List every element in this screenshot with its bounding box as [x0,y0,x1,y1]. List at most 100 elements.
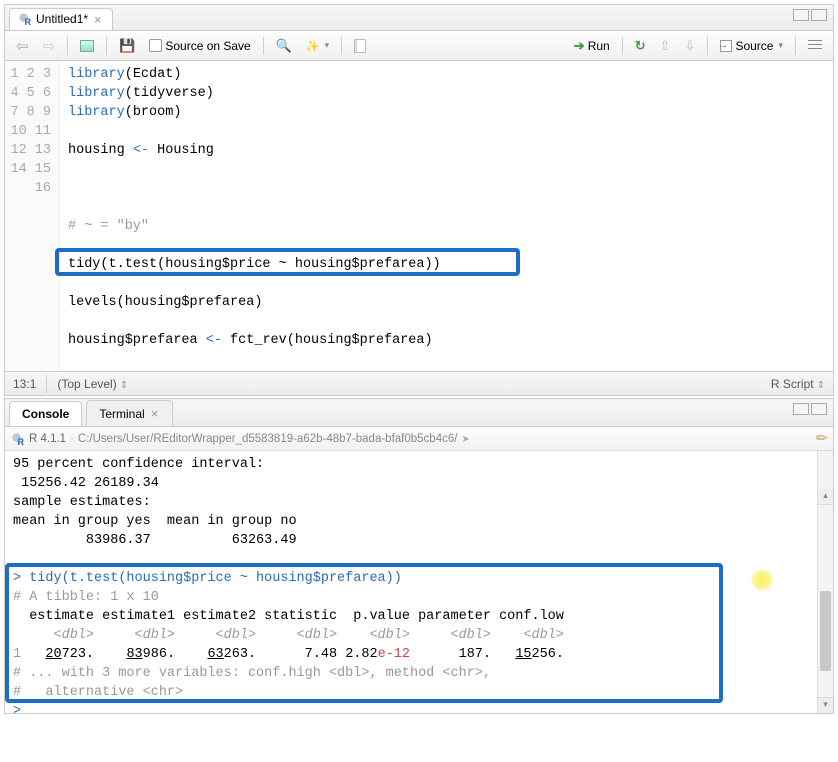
console-line: estimate estimate1 estimate2 statistic p… [13,609,564,624]
code-tools-button[interactable] [301,36,334,56]
code-area[interactable]: library(Ecdat) library(tidyverse) librar… [60,61,833,371]
editor-tab[interactable]: Untitled1* × [9,8,113,30]
scope-selector[interactable]: (Top Level) [57,377,128,391]
close-icon[interactable]: × [149,406,161,421]
console-prompt: > [13,571,29,586]
new-window-icon [80,40,94,52]
console-line: 95 percent confidence interval: [13,457,264,472]
cell: 2.82 [345,647,377,662]
source-on-save-toggle[interactable]: Source on Save [144,36,255,56]
maximize-pane-button[interactable] [811,9,827,21]
go-prev-section-button[interactable] [655,35,676,57]
cell: 20 [45,647,61,662]
cursor-position: 13:1 [13,377,36,391]
console-line: mean in group yes mean in group no [13,514,305,529]
tab-console-label: Console [22,407,69,421]
editor-tab-title: Untitled1* [36,12,88,26]
cell: 986. [143,647,175,662]
vertical-scrollbar[interactable]: ▴ ▾ [817,451,833,713]
console-output[interactable]: 95 percent confidence interval: 15256.42… [5,451,833,713]
rerun-icon [635,38,646,54]
console-line: 83986.37 63263.49 [13,533,305,548]
clear-console-button[interactable] [815,430,827,447]
separator [622,37,623,55]
source-label: Source [735,39,773,53]
console-line: # ... with 3 more variables: conf.high <… [13,666,491,681]
working-directory: C:/Users/User/REditorWrapper_d5583819-a6… [78,433,458,445]
row-index: 1 [13,647,21,662]
search-icon [276,38,292,54]
rerun-button[interactable] [630,35,651,57]
notebook-icon [354,39,366,53]
go-to-directory-icon[interactable] [461,433,469,445]
tab-console[interactable]: Console [9,401,82,426]
chevron-up-icon [660,38,671,54]
separator [46,375,47,393]
separator [67,37,68,55]
cell: 7.48 [305,647,337,662]
language-label: R Script [771,377,814,391]
console-pane: Console Terminal × R 4.1.1 · C:/Users/Us… [4,398,834,714]
chevron-down-icon [685,38,696,54]
console-line: 15256.42 26189.34 [13,476,159,491]
console-tab-bar: Console Terminal × [5,399,833,427]
find-replace-button[interactable] [271,35,297,57]
separator [341,37,342,55]
source-on-save-label: Source on Save [165,39,250,53]
scope-label: (Top Level) [57,377,116,391]
outline-icon [808,40,822,52]
go-next-section-button[interactable] [680,35,701,57]
pane-window-controls [793,9,827,21]
cell: 263. [224,647,256,662]
run-icon [574,38,585,54]
arrow-left-icon [16,37,29,55]
editor-status-bar: 13:1 (Top Level) R Script [5,371,833,395]
nav-back-button[interactable] [11,34,34,58]
console-prompt[interactable]: > [13,704,21,713]
tab-terminal[interactable]: Terminal × [86,400,173,426]
run-button[interactable]: Run [569,35,615,57]
r-logo-icon [11,432,25,446]
close-icon[interactable]: × [92,12,104,27]
r-version: R 4.1.1 [29,433,66,445]
separator [795,37,796,55]
language-selector[interactable]: R Script [771,377,825,391]
cell: e-12 [378,647,410,662]
compile-report-button[interactable] [349,36,371,56]
cell: 187. [459,647,491,662]
scroll-thumb[interactable] [820,591,831,671]
code-editor[interactable]: 1 2 3 4 5 6 7 8 9 10 11 12 13 14 15 16 l… [5,61,833,371]
scroll-up-button[interactable]: ▴ [818,489,833,505]
source-icon [720,40,732,52]
cell: 83 [126,647,142,662]
console-input-line: tidy(t.test(housing$price ~ housing$pref… [29,571,402,586]
minimize-pane-button[interactable] [793,403,809,415]
run-label: Run [588,39,610,53]
r-file-icon [18,12,32,26]
editor-tab-bar: Untitled1* × [5,5,833,31]
separator [707,37,708,55]
console-line: # alternative <chr> [13,685,183,700]
source-button[interactable]: Source [715,36,788,56]
cell: 256. [532,647,564,662]
console-info-bar: R 4.1.1 · C:/Users/User/REditorWrapper_d… [5,427,833,451]
cursor-indicator [751,569,773,591]
minimize-pane-button[interactable] [793,9,809,21]
arrow-right-icon [43,37,56,55]
cell: 723. [62,647,94,662]
scroll-down-button[interactable]: ▾ [818,697,833,713]
outline-button[interactable] [803,37,827,55]
show-in-new-window-button[interactable] [75,37,99,55]
save-button[interactable] [114,35,140,57]
save-icon [119,38,135,54]
console-line: sample estimates: [13,495,151,510]
separator [263,37,264,55]
editor-toolbar: Source on Save Run Source [5,31,833,61]
console-line: <dbl> <dbl> <dbl> <dbl> <dbl> <dbl> <dbl… [13,628,564,643]
highlight-annotation [55,248,520,276]
nav-forward-button[interactable] [38,34,61,58]
pane-window-controls [793,403,827,415]
maximize-pane-button[interactable] [811,403,827,415]
separator [106,37,107,55]
line-gutter: 1 2 3 4 5 6 7 8 9 10 11 12 13 14 15 16 [5,61,60,371]
